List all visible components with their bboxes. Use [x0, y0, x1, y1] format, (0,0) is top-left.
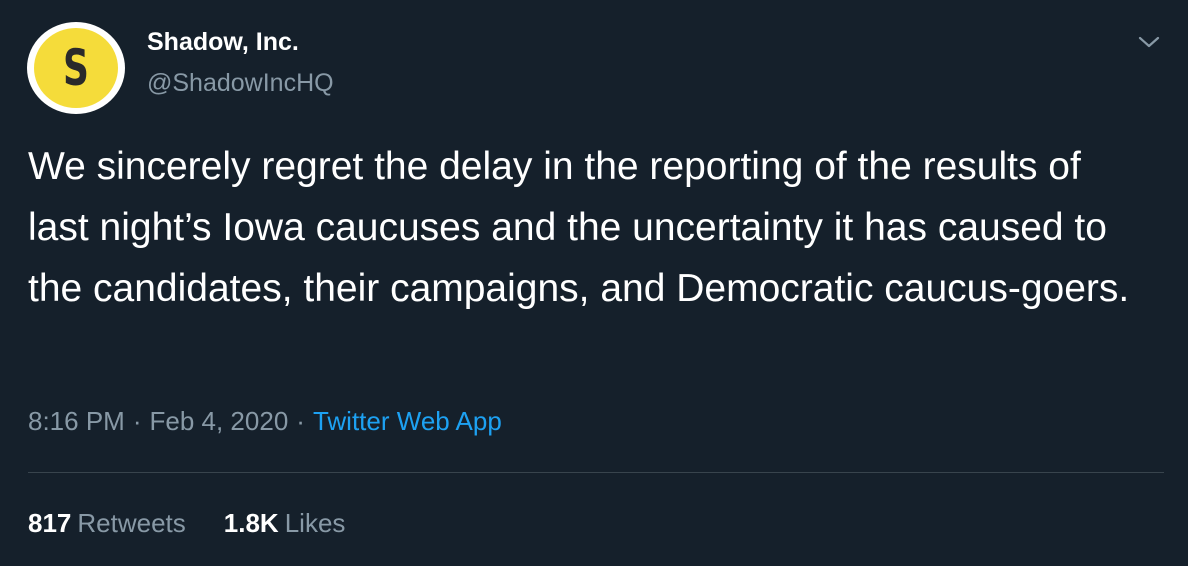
likes-stat[interactable]: 1.8K Likes: [224, 508, 346, 539]
tweet-time[interactable]: 8:16 PM: [28, 406, 125, 436]
likes-label: Likes: [284, 508, 346, 538]
avatar-logo: S: [34, 28, 118, 108]
retweets-count: 817: [28, 508, 72, 538]
chevron-down-icon[interactable]: [1134, 30, 1164, 54]
divider: [28, 472, 1164, 473]
retweets-label: Retweets: [77, 508, 186, 538]
tweet-card: S Shadow, Inc. @ShadowIncHQ We sincerely…: [0, 0, 1188, 566]
meta-separator: ·: [132, 406, 142, 436]
author-handle[interactable]: @ShadowIncHQ: [147, 69, 334, 98]
tweet-text: We sincerely regret the delay in the rep…: [28, 145, 1130, 310]
avatar[interactable]: S: [27, 22, 125, 114]
meta-separator: ·: [296, 406, 305, 436]
tweet-stats: 817 Retweets 1.8K Likes: [28, 508, 383, 539]
tweet-meta: 8:16 PM · Feb 4, 2020 · Twitter Web App: [28, 406, 502, 437]
tweet-source-link[interactable]: Twitter Web App: [313, 406, 502, 436]
tweet-date[interactable]: Feb 4, 2020: [150, 406, 289, 436]
retweets-stat[interactable]: 817 Retweets: [28, 508, 186, 539]
author-display-name[interactable]: Shadow, Inc.: [147, 28, 299, 57]
avatar-letter: S: [63, 39, 89, 97]
likes-count: 1.8K: [223, 508, 279, 538]
